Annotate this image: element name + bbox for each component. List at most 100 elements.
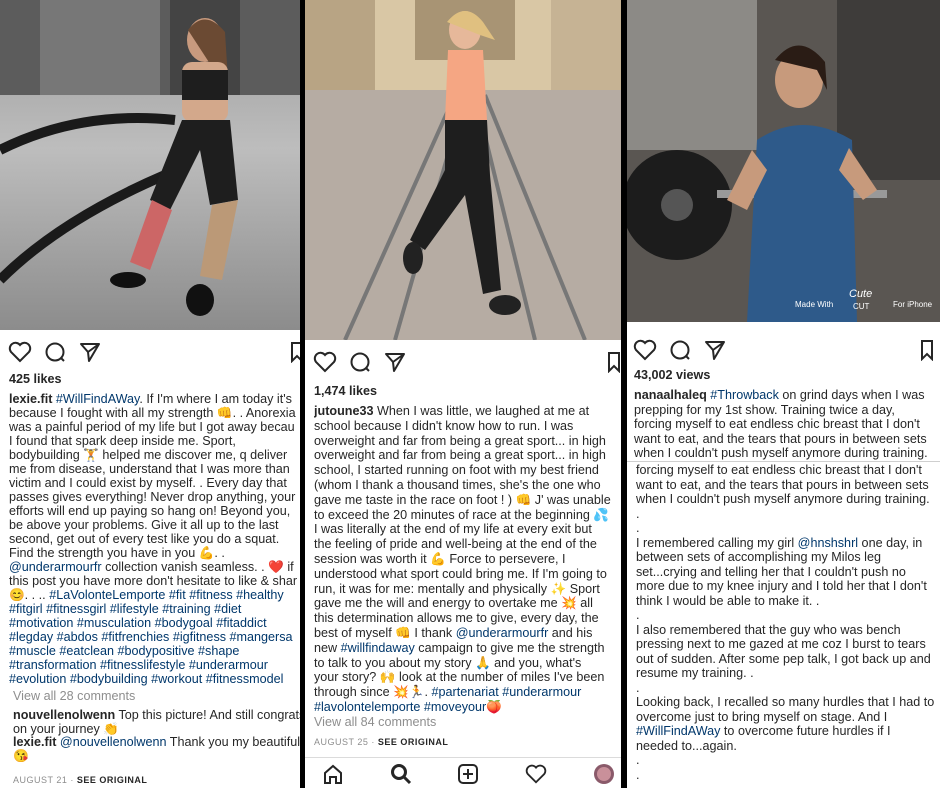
hashtag-mention-link[interactable]: @underarmourfr (9, 560, 102, 574)
watermark-cut: CUT (853, 302, 870, 311)
username-link[interactable]: nouvellenolwenn (13, 709, 115, 722)
text-line: #muscle #eatclean #bodypositive #shape (9, 644, 300, 658)
hashtag-mention-link[interactable]: #LaVolonteLemporte #fit #fitness #health… (49, 588, 284, 602)
text-span: be above your problems. Give it all up t… (9, 518, 279, 532)
text-span: bodybuilding 🏋 helped me discover me, q … (9, 448, 288, 462)
post-caption: jutoune33 When I was little, we laughed … (314, 404, 621, 715)
see-original-link[interactable]: SEE ORIGINAL (77, 775, 148, 785)
hashtag-mention-link[interactable]: #lavolontelemporte #moveyour (314, 700, 486, 714)
post-date: AUGUST 21 (13, 775, 68, 785)
text-span: think I would be able to make it. . (636, 593, 820, 608)
comment-icon[interactable] (349, 351, 371, 373)
hashtag-mention-link[interactable]: #legday #abdos #fitfrenchies #igfitness … (9, 630, 293, 644)
hashtag-mention-link[interactable]: #motivation #musculation #bodygoal #fita… (9, 616, 267, 630)
runner-scene (305, 0, 621, 341)
text-line: more due to my knee injury and I told he… (636, 579, 940, 594)
hashtag-mention-link[interactable]: #Throwback (710, 388, 779, 402)
hashtag-mention-link[interactable]: @underarmourfr (456, 626, 549, 640)
text-span: when I couldn't push myself anymore duri… (634, 446, 928, 460)
gym-scene (627, 0, 940, 322)
view-all-comments-link[interactable]: View all 28 comments (13, 689, 135, 703)
text-line: jutoune33 When I was little, we laughed … (314, 404, 621, 419)
activity-heart-icon[interactable] (525, 763, 547, 785)
text-line: school because I didn't know how to run.… (314, 419, 621, 434)
comments-list: nouvellenolwenn Top this picture! And st… (13, 709, 300, 763)
hashtag-mention-link[interactable]: #WillFindAWay (56, 392, 140, 406)
text-span: campaign to give me the strength (414, 640, 605, 655)
hashtag-mention-link[interactable]: #muscle #eatclean #bodypositive #shape (9, 644, 239, 658)
comment-icon[interactable] (44, 341, 66, 363)
text-line: bodybuilding 🏋 helped me discover me, q … (9, 448, 300, 462)
heart-icon[interactable] (313, 351, 337, 373)
post-actions-bar (627, 334, 940, 368)
watermark-iphone: For iPhone (893, 300, 933, 309)
username-link[interactable]: lexie.fit (9, 392, 52, 406)
bottom-nav-bar (305, 757, 621, 788)
text-line: me from disease, understand that I was m… (9, 462, 300, 476)
heart-icon[interactable] (633, 339, 657, 361)
text-line: school, I started running on foot with m… (314, 463, 621, 478)
text-span: this determination allows me to give, ev… (314, 611, 599, 626)
text-span: Find the strength you have in you 💪. . (9, 546, 225, 560)
text-line: I remembered calling my girl @hnshshrl o… (636, 536, 940, 551)
heart-icon[interactable] (8, 341, 32, 363)
text-line: run, it was for me: mentally and physica… (314, 582, 621, 597)
view-all-comments-link[interactable]: View all 84 comments (314, 715, 436, 729)
text-line: . (636, 681, 940, 696)
share-icon[interactable] (79, 341, 101, 363)
text-line: overcome just to bring myself on stage. … (636, 710, 940, 725)
home-icon[interactable] (322, 763, 344, 785)
profile-avatar-icon[interactable] (593, 763, 615, 785)
text-line: . (636, 507, 940, 522)
views-count: 43,002 views (634, 368, 711, 382)
text-line: new #willfindaway campaign to give me th… (314, 641, 621, 656)
hashtag-mention-link[interactable]: @nouvellenolwenn (60, 735, 167, 749)
comment-icon[interactable] (669, 339, 691, 361)
text-span: because I fought with all my strength 👊.… (9, 406, 296, 420)
text-line: was a painful period of my life but I go… (9, 420, 300, 434)
bookmark-icon[interactable] (920, 339, 934, 361)
text-line: . (636, 521, 940, 536)
text-line: to exceed the 20 minutes of race at the … (314, 508, 621, 523)
hashtag-mention-link[interactable]: #evolution #bodybuilding #workout #fitne… (9, 672, 283, 686)
text-line: second, get out of every test like you d… (9, 532, 300, 546)
share-icon[interactable] (384, 351, 406, 373)
text-span: efforts will end up paying so hang on! B… (9, 504, 291, 518)
hashtag-mention-link[interactable]: @hnshshrl (798, 536, 858, 550)
text-span: . (636, 521, 640, 535)
text-span: . (636, 767, 640, 782)
hashtag-mention-link[interactable]: #transformation #fitnesslifestyle #under… (9, 658, 268, 672)
post-panel-jutoune: 1,474 likes jutoune33 When I was little,… (305, 0, 621, 788)
bookmark-icon[interactable] (290, 341, 300, 363)
text-span: to talk to you about my story 🙏 and you,… (314, 655, 582, 670)
search-icon[interactable] (390, 763, 412, 785)
text-span: me from disease, understand that I was m… (9, 462, 290, 476)
username-link[interactable]: lexie.fit (13, 735, 56, 749)
text-line: your story? 🙌 look at the number of mile… (314, 670, 621, 685)
share-icon[interactable] (704, 339, 726, 361)
hashtag-mention-link[interactable]: #partenariat #underarmour (431, 685, 581, 699)
username-link[interactable]: jutoune33 (314, 404, 373, 418)
text-line: because I fought with all my strength 👊.… (9, 406, 300, 420)
text-line: think I would be able to make it. . (636, 594, 940, 609)
hashtag-mention-link[interactable]: #willfindaway (341, 641, 415, 655)
text-span: understood what sport could bring me. If… (314, 566, 607, 581)
username-link[interactable]: nanaalhaleq (634, 388, 707, 402)
see-original-link[interactable]: SEE ORIGINAL (378, 737, 449, 747)
text-line: understood what sport could bring me. If… (314, 567, 621, 582)
text-span: school because I didn't know how to run.… (314, 418, 574, 433)
bookmark-icon[interactable] (607, 351, 621, 373)
text-span: session was worth it 💪 Force to persever… (314, 551, 566, 566)
text-line: out of sudden. After some pep talk, I go… (636, 652, 940, 667)
add-post-icon[interactable] (457, 763, 479, 785)
text-line: efforts will end up paying so hang on! B… (9, 504, 300, 518)
text-span: gave me taste in the race on foot ! ) 👊 … (314, 492, 611, 507)
text-line: @underarmourfr collection vanish seamles… (9, 560, 300, 574)
text-line: #motivation #musculation #bodygoal #fita… (9, 616, 300, 630)
text-span: Top this picture! And still congrats (115, 709, 300, 722)
hashtag-mention-link[interactable]: #WillFindAWay (636, 724, 720, 738)
text-span: pressing next to me gazed at me coz I bu… (636, 637, 926, 651)
hashtag-mention-link[interactable]: #fitgirl #fitnessgirl #lifestyle #traini… (9, 602, 241, 616)
text-line: best of myself 👊 I thank @underarmourfr … (314, 626, 621, 641)
text-line: be above your problems. Give it all up t… (9, 518, 300, 532)
